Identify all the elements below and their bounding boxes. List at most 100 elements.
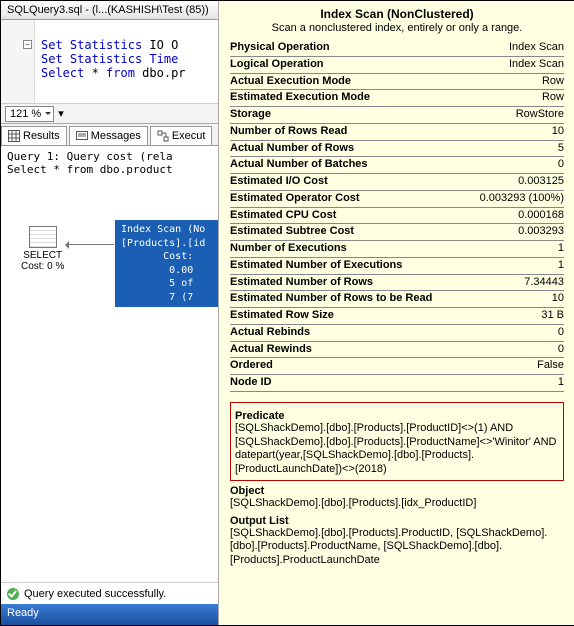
property-key: Actual Rebinds xyxy=(230,326,310,340)
tooltip-title: Index Scan (NonClustered) xyxy=(230,7,564,21)
tooltip-property-row: Actual Execution Mode Row xyxy=(230,74,564,91)
left-pane: SQLQuery3.sql - (l...(KASHISH\Test (85))… xyxy=(1,1,219,625)
query-header: Query 1: Query cost (rela Select * from … xyxy=(1,146,218,178)
property-value: 7.34443 xyxy=(524,276,564,290)
tooltip-property-row: Estimated Row Size 31 B xyxy=(230,308,564,325)
property-key: Estimated Number of Rows xyxy=(230,276,373,290)
tab-messages[interactable]: Messages xyxy=(69,126,148,145)
property-key: Estimated Subtree Cost xyxy=(230,225,354,239)
property-key: Ordered xyxy=(230,359,273,373)
object-text: [SQLShackDemo].[dbo].[Products].[idx_Pro… xyxy=(230,497,564,511)
property-value: 10 xyxy=(552,125,564,139)
tooltip-property-row: Physical Operation Index Scan xyxy=(230,40,564,57)
property-key: Estimated Execution Mode xyxy=(230,91,370,105)
property-value: Index Scan xyxy=(509,58,564,72)
predicate-label: Predicate xyxy=(235,410,559,422)
property-value: 10 xyxy=(552,292,564,306)
tooltip-property-row: Ordered False xyxy=(230,358,564,375)
sql-editor[interactable]: − Set Statistics IO OSet Statistics Time… xyxy=(1,20,218,104)
property-key: Estimated Row Size xyxy=(230,309,334,323)
results-tabs: Results Messages Execut xyxy=(1,124,218,146)
property-value: 0.003293 (100%) xyxy=(480,192,564,206)
predicate-box: Predicate [SQLShackDemo].[dbo].[Products… xyxy=(230,402,564,481)
object-label: Object xyxy=(230,485,564,497)
tooltip-property-row: Actual Number of Batches 0 xyxy=(230,157,564,174)
tooltip-property-row: Estimated Execution Mode Row xyxy=(230,90,564,107)
property-key: Physical Operation xyxy=(230,41,330,55)
plan-node-select[interactable]: SELECT Cost: 0 % xyxy=(21,226,64,272)
zoom-dash: ▾ xyxy=(58,107,64,120)
property-key: Storage xyxy=(230,108,271,122)
property-key: Node ID xyxy=(230,376,272,390)
tooltip-subtitle: Scan a nonclustered index, entirely or o… xyxy=(230,22,564,34)
tooltip-property-row: Number of Rows Read 10 xyxy=(230,124,564,141)
output-text: [SQLShackDemo].[dbo].[Products].ProductI… xyxy=(230,527,564,568)
tooltip-properties: Physical OperationIndex ScanLogical Oper… xyxy=(230,40,564,392)
tooltip-property-row: Estimated Number of Rows to be Read 10 xyxy=(230,291,564,308)
tooltip-property-row: Estimated Subtree Cost 0.003293 xyxy=(230,224,564,241)
editor-gutter xyxy=(1,20,35,103)
tooltip-property-row: Number of Executions 1 xyxy=(230,241,564,258)
property-key: Actual Execution Mode xyxy=(230,75,351,89)
tooltip-property-row: Actual Rewinds0 xyxy=(230,342,564,359)
tooltip-property-row: Estimated I/O Cost 0.003125 xyxy=(230,174,564,191)
tooltip-property-row: Node ID 1 xyxy=(230,375,564,392)
plan-icon xyxy=(157,130,169,142)
property-key: Actual Number of Rows xyxy=(230,142,354,156)
property-value: Index Scan xyxy=(509,41,564,55)
select-op-icon xyxy=(29,226,57,248)
success-icon xyxy=(7,588,19,600)
property-value: False xyxy=(537,359,564,373)
property-key: Estimated CPU Cost xyxy=(230,209,336,223)
property-value: 5 xyxy=(558,142,564,156)
status-text: Query executed successfully. xyxy=(24,588,166,600)
output-label: Output List xyxy=(230,515,564,527)
property-key: Actual Rewinds xyxy=(230,343,312,357)
grid-icon xyxy=(8,130,20,142)
tab-execution-plan[interactable]: Execut xyxy=(150,126,213,145)
property-key: Estimated I/O Cost xyxy=(230,175,328,189)
plan-node-index-scan[interactable]: Index Scan (No [Products].[id Cost: 0.00… xyxy=(115,220,218,307)
status-bar: Query executed successfully. xyxy=(1,582,219,604)
property-value: 0.003293 xyxy=(518,225,564,239)
collapse-icon[interactable]: − xyxy=(23,40,32,49)
property-key: Number of Rows Read xyxy=(230,125,347,139)
property-key: Estimated Operator Cost xyxy=(230,192,360,206)
property-value: RowStore xyxy=(516,108,564,122)
property-key: Estimated Number of Executions xyxy=(230,259,402,273)
tab-results[interactable]: Results xyxy=(1,126,67,145)
tooltip-property-row: Logical Operation Index Scan xyxy=(230,57,564,74)
zoom-bar: 121 % ▾ xyxy=(1,104,218,124)
property-key: Logical Operation xyxy=(230,58,324,72)
property-value: Row xyxy=(542,75,564,89)
plan-arrow xyxy=(66,244,114,245)
operator-tooltip: Index Scan (NonClustered) Scan a nonclus… xyxy=(220,1,574,625)
predicate-text: [SQLShackDemo].[dbo].[Products].[Product… xyxy=(235,422,559,477)
property-key: Estimated Number of Rows to be Read xyxy=(230,292,432,306)
document-tab[interactable]: SQLQuery3.sql - (l...(KASHISH\Test (85)) xyxy=(1,1,218,20)
tooltip-property-row: Storage RowStore xyxy=(230,107,564,124)
tooltip-property-row: Estimated Operator Cost 0.003293 (100%) xyxy=(230,191,564,208)
property-value: 0 xyxy=(558,158,564,172)
footer-bar: Ready xyxy=(1,604,219,625)
code-lines: Set Statistics IO OSet Statistics TimeSe… xyxy=(41,24,218,80)
property-value: 1 xyxy=(558,242,564,256)
execution-plan-canvas[interactable]: SELECT Cost: 0 % Index Scan (No [Product… xyxy=(1,178,218,373)
property-value: 0 xyxy=(558,326,564,340)
property-key: Number of Executions xyxy=(230,242,347,256)
zoom-select[interactable]: 121 % xyxy=(5,106,54,122)
property-value: 1 xyxy=(558,259,564,273)
property-value: Row xyxy=(542,91,564,105)
messages-icon xyxy=(76,130,88,142)
property-value: 31 B xyxy=(541,309,564,323)
property-value: 1 xyxy=(558,376,564,390)
property-value: 0.000168 xyxy=(518,209,564,223)
tooltip-property-row: Estimated Number of Executions 1 xyxy=(230,258,564,275)
tooltip-property-row: Actual Rebinds 0 xyxy=(230,325,564,342)
property-value: 0.003125 xyxy=(518,175,564,189)
tooltip-property-row: Estimated CPU Cost 0.000168 xyxy=(230,208,564,225)
ready-text: Ready xyxy=(7,607,39,619)
tooltip-property-row: Actual Number of Rows 5 xyxy=(230,141,564,158)
property-key: Actual Number of Batches xyxy=(230,158,368,172)
tooltip-property-row: Estimated Number of Rows 7.34443 xyxy=(230,275,564,292)
